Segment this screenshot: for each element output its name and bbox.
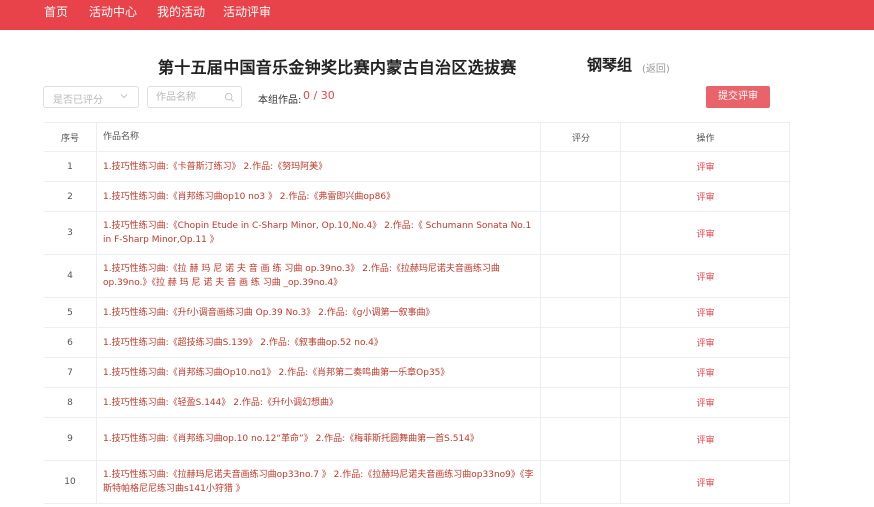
table-row: 8 1.技巧性练习曲:《轻盈S.144》 2.作品:《升f小调幻想曲》 评审 xyxy=(44,388,789,418)
row-no: 8 xyxy=(67,397,73,408)
row-work-name: 1.技巧性练习曲:《拉 赫 玛 尼 诺 夫 音 画 练 习曲 op.39no.3… xyxy=(96,255,540,297)
table-row: 5 1.技巧性练习曲:《升f小调音画练习曲 Op.39 No.3》 2.作品:《… xyxy=(44,298,789,328)
review-link[interactable]: 评审 xyxy=(620,212,790,254)
table-row: 10 1.技巧性练习曲:《拉赫玛尼诺夫音画练习曲op33no.7 》 2.作品:… xyxy=(44,461,789,504)
row-no: 10 xyxy=(64,477,76,487)
top-navigation-bar: 首页 活动中心 我的活动 活动评审 xyxy=(0,0,874,30)
review-link[interactable]: 评审 xyxy=(620,358,790,387)
work-count-value: 0 / 30 xyxy=(303,89,335,102)
score-status-select[interactable]: 是否已评分 xyxy=(43,86,139,108)
submit-review-button[interactable]: 提交评审 xyxy=(706,86,770,108)
row-no: 1 xyxy=(67,161,73,172)
row-no: 6 xyxy=(67,337,73,348)
table-row: 6 1.技巧性练习曲:《超技练习曲S.139》 2.作品:《叙事曲op.52 n… xyxy=(44,328,789,358)
row-work-name: 1.技巧性练习曲:《Chopin Etude in C-Sharp Minor,… xyxy=(96,212,540,254)
table-row: 2 1.技巧性练习曲:《肖邦练习曲op10 no3 》 2.作品:《弗雷即兴曲o… xyxy=(44,182,789,212)
review-link[interactable]: 评审 xyxy=(620,461,790,503)
row-work-name: 1.技巧性练习曲:《超技练习曲S.139》 2.作品:《叙事曲op.52 no.… xyxy=(96,328,540,357)
row-work-name: 1.技巧性练习曲:《肖邦练习曲Op10.no1》 2.作品:《肖邦第二奏鸣曲第一… xyxy=(96,358,540,387)
work-name-input[interactable] xyxy=(156,90,218,104)
row-work-name: 1.技巧性练习曲:《肖邦练习曲op.10 no.12“革命”》 2.作品:《梅菲… xyxy=(96,418,540,460)
review-link[interactable]: 评审 xyxy=(620,388,790,417)
row-no: 9 xyxy=(67,434,73,444)
header-op: 操作 xyxy=(620,123,790,151)
row-score xyxy=(540,388,621,417)
table-row: 9 1.技巧性练习曲:《肖邦练习曲op.10 no.12“革命”》 2.作品:《… xyxy=(44,418,789,461)
row-score xyxy=(540,298,621,327)
review-link[interactable]: 评审 xyxy=(620,328,790,357)
review-link[interactable]: 评审 xyxy=(620,182,790,211)
row-work-name: 1.技巧性练习曲:《轻盈S.144》 2.作品:《升f小调幻想曲》 xyxy=(96,388,540,417)
row-score xyxy=(540,182,621,211)
row-score xyxy=(540,152,621,181)
row-score xyxy=(540,328,621,357)
table-row: 1 1.技巧性练习曲:《卡普斯汀练习》 2.作品:《努玛阿美》 评审 xyxy=(44,152,789,182)
nav-item-activity-review[interactable]: 活动评审 xyxy=(223,0,271,24)
row-work-name: 1.技巧性练习曲:《肖邦练习曲op10 no3 》 2.作品:《弗雷即兴曲op8… xyxy=(96,182,540,211)
score-status-placeholder: 是否已评分 xyxy=(53,95,103,106)
work-count-label: 本组作品: xyxy=(258,95,302,106)
chevron-down-icon xyxy=(120,94,128,99)
table-header-row: 序号 作品名称 评分 操作 xyxy=(44,123,789,152)
nav-item-home[interactable]: 首页 xyxy=(44,0,68,24)
row-work-name: 1.技巧性练习曲:《卡普斯汀练习》 2.作品:《努玛阿美》 xyxy=(96,152,540,181)
table-row: 4 1.技巧性练习曲:《拉 赫 玛 尼 诺 夫 音 画 练 习曲 op.39no… xyxy=(44,255,789,298)
row-score xyxy=(540,358,621,387)
page-header: 第十五届中国音乐金钟奖比赛内蒙古自治区选拔赛 钢琴组 (返回) xyxy=(0,54,874,78)
review-link[interactable]: 评审 xyxy=(620,152,790,181)
group-title: 钢琴组 xyxy=(587,56,633,74)
nav-item-activity-center[interactable]: 活动中心 xyxy=(89,0,137,24)
review-link[interactable]: 评审 xyxy=(620,255,790,297)
review-link[interactable]: 评审 xyxy=(620,418,790,460)
row-score xyxy=(540,212,621,254)
row-score xyxy=(540,418,621,460)
search-icon[interactable] xyxy=(224,92,235,103)
work-name-search xyxy=(147,86,242,108)
header-score: 评分 xyxy=(540,123,621,151)
nav-item-my-activities[interactable]: 我的活动 xyxy=(157,0,205,24)
header-no: 序号 xyxy=(60,133,79,144)
back-link[interactable]: (返回) xyxy=(642,60,670,75)
row-score xyxy=(540,461,621,503)
row-no: 2 xyxy=(67,191,73,202)
header-name: 作品名称 xyxy=(96,123,540,151)
table-row: 3 1.技巧性练习曲:《Chopin Etude in C-Sharp Mino… xyxy=(44,212,789,255)
works-table: 序号 作品名称 评分 操作 1 1.技巧性练习曲:《卡普斯汀练习》 2.作品:《… xyxy=(44,122,790,504)
row-no: 4 xyxy=(67,271,73,281)
review-link[interactable]: 评审 xyxy=(620,298,790,327)
row-work-name: 1.技巧性练习曲:《升f小调音画练习曲 Op.39 No.3》 2.作品:《g小… xyxy=(96,298,540,327)
row-no: 5 xyxy=(67,307,73,318)
row-no: 3 xyxy=(67,228,73,238)
page-title: 第十五届中国音乐金钟奖比赛内蒙古自治区选拔赛 xyxy=(158,58,517,77)
row-no: 7 xyxy=(67,367,73,378)
table-row: 7 1.技巧性练习曲:《肖邦练习曲Op10.no1》 2.作品:《肖邦第二奏鸣曲… xyxy=(44,358,789,388)
row-score xyxy=(540,255,621,297)
row-work-name: 1.技巧性练习曲:《拉赫玛尼诺夫音画练习曲op33no.7 》 2.作品:《拉赫… xyxy=(96,461,540,503)
